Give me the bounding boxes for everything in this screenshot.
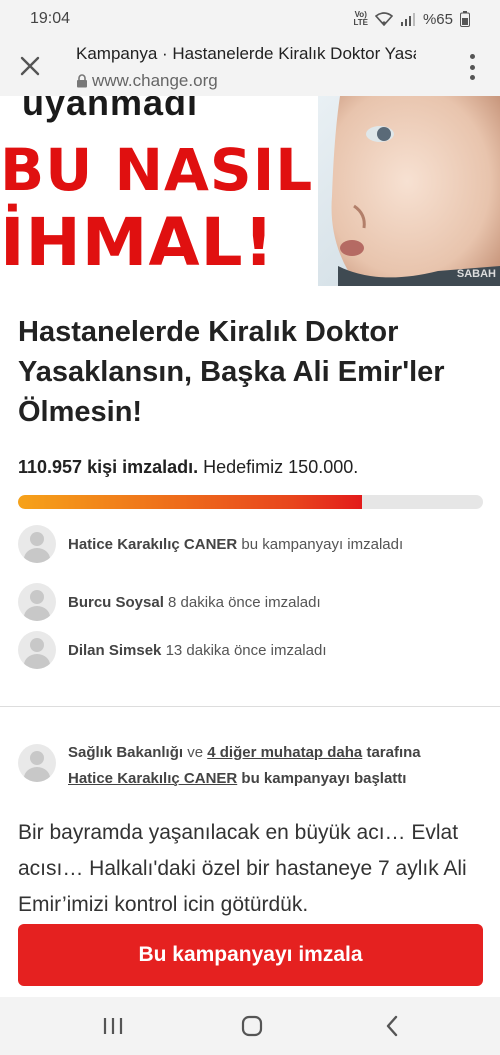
wifi-icon (374, 12, 393, 26)
signer-action: bu kampanyayı imzaladı (241, 535, 404, 553)
recent-signer-1: Hatice Karakılıç CANER bu kampanyayı imz… (18, 524, 403, 564)
starter-action: bu kampanyayı başlattı (241, 770, 407, 787)
photo-watermark: SABAH (456, 268, 496, 280)
signer-name: Burcu Soysal (68, 593, 164, 611)
target-name: Sağlık Bakanlığı (68, 744, 184, 761)
recent-apps-button[interactable] (100, 1013, 126, 1039)
status-icons: Vo) LTE %65 (353, 11, 470, 28)
page-title: Kampanya · Hastanelerde Kiralık Doktor Y… (76, 44, 416, 63)
petition-starter: Sağlık Bakanlığı ve 4 diğer muhatap daha… (18, 740, 421, 792)
volte-icon: Vo) LTE (353, 10, 368, 27)
avatar-icon (18, 525, 56, 563)
back-icon (386, 1015, 398, 1037)
petition-title: Hastanelerde Kiralık Doktor Yasaklansın,… (18, 316, 445, 428)
home-icon (241, 1015, 263, 1037)
starter-name-link[interactable]: Hatice Karakılıç CANER (68, 770, 237, 787)
signer-action: 13 dakika önce imzaladı (165, 641, 327, 659)
baby-photo (318, 96, 500, 286)
avatar-icon (18, 744, 56, 782)
hero-headline-2: İHMAL! (0, 204, 275, 281)
other-targets-link[interactable]: 4 diğer muhatap daha (207, 744, 362, 761)
status-time: 19:04 (30, 10, 71, 27)
close-icon (20, 56, 40, 76)
status-bar: 19:04 Vo) LTE %65 (0, 0, 500, 38)
avatar-icon (18, 583, 56, 621)
recent-apps-icon (103, 1018, 123, 1034)
hero-headline-1: BU NASIL (0, 136, 314, 204)
progress-fill (18, 495, 362, 509)
goal-text: Hedefimiz 150.000. (203, 457, 359, 477)
signed-count: 110.957 kişi imzaladı. (18, 457, 199, 477)
section-divider (0, 706, 500, 707)
sign-petition-button[interactable]: Bu kampanyayı imzala (18, 924, 483, 986)
close-tab-button[interactable] (16, 52, 44, 80)
system-nav-bar (0, 997, 500, 1055)
back-button[interactable] (380, 1013, 406, 1039)
signature-progress-bar (18, 495, 483, 509)
battery-percent: %65 (422, 10, 453, 28)
lock-icon (77, 74, 87, 88)
overflow-menu-button[interactable] (466, 54, 478, 80)
signer-name: Dilan Simsek (68, 641, 162, 659)
signal-icon (400, 13, 415, 26)
avatar-icon (18, 631, 56, 669)
signer-action: 8 dakika önce imzaladı (168, 593, 321, 611)
recent-signer-2: Burcu Soysal 8 dakika önce imzaladı (18, 582, 321, 622)
home-button[interactable] (239, 1013, 265, 1039)
hero-small-text: uyanmadı (22, 96, 199, 123)
battery-icon (460, 11, 470, 27)
petition-body: Bir bayramda yaşanılacak en büyük acı… E… (18, 821, 467, 916)
starter-text: Sağlık Bakanlığı ve 4 diğer muhatap daha… (68, 744, 421, 787)
custom-tab-toolbar: Kampanya · Hastanelerde Kiralık Doktor Y… (0, 38, 500, 96)
signature-count: 110.957 kişi imzaladı. Hedefimiz 150.000… (18, 457, 358, 478)
more-vert-icon (469, 54, 475, 59)
recent-signer-3: Dilan Simsek 13 dakika önce imzaladı (18, 630, 327, 670)
hero-image: uyanmadı BU NASIL İHMAL! SABAH (0, 96, 500, 286)
page-url[interactable]: www.change.org (76, 71, 218, 91)
signer-name: Hatice Karakılıç CANER (68, 535, 238, 553)
url-text: www.change.org (92, 71, 218, 90)
